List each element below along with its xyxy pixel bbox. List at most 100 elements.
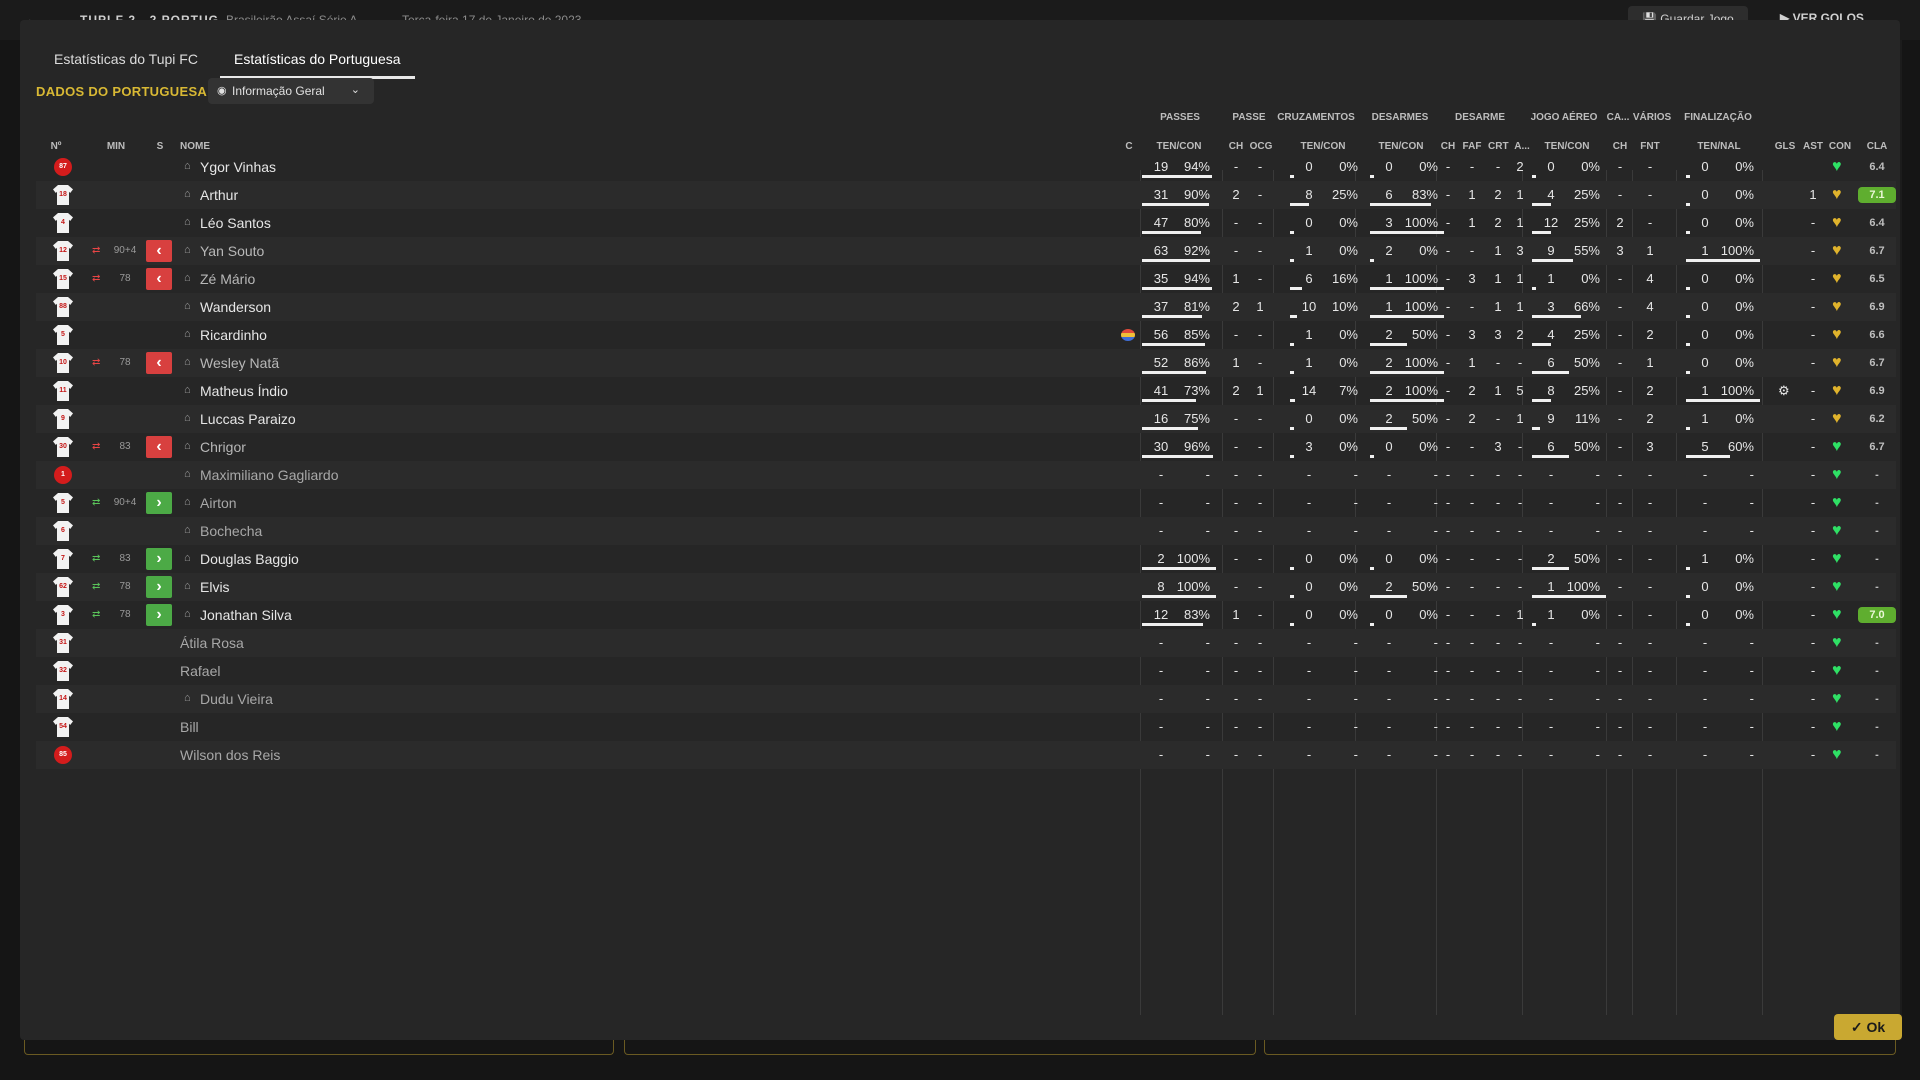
desarme-crt-value: -	[1495, 467, 1501, 482]
passe-ch-value: -	[1233, 579, 1239, 594]
assists-value: -	[1810, 523, 1816, 538]
table-row[interactable]: 9 ⌂ Luccas Paraizo 16 75% - -0 0% 2 50% -2-1 9 11% -2…	[36, 405, 1896, 433]
desarme-a-value: 2	[1516, 327, 1524, 342]
crosses-attempts: -	[1306, 747, 1312, 762]
crosses-percent: 0%	[1339, 159, 1358, 174]
subbed-off-button[interactable]: ‹	[146, 240, 172, 262]
table-row[interactable]: 6 ⌂ Bochecha - - - - - - - - - - - - - - - - - - - ♥ -	[36, 517, 1896, 545]
table-row[interactable]: 12 ⇄ 90+4 ‹ ⌂ Yan Souto 63 92% - -1 0% 2 0% - -1 3 9 55% 3…	[36, 237, 1896, 265]
passe-ch-value: -	[1233, 411, 1239, 426]
condition-heart-icon: ♥	[1832, 326, 1842, 343]
finishing-attempts: 0	[1701, 607, 1709, 622]
subbed-off-button[interactable]: ‹	[146, 352, 172, 374]
crosses-attempts: -	[1306, 691, 1312, 706]
desarme-ch-value: -	[1445, 355, 1451, 370]
table-row[interactable]: 5 ⇄ 90+4 › ⌂ Airton - - - - - - - - - - - - - - - - - - - ♥ -	[36, 489, 1896, 517]
tackles-success-bar	[1370, 371, 1444, 374]
assists-value	[1802, 153, 1824, 181]
desarme-ch-value: -	[1445, 663, 1451, 678]
finishing-percent: 0%	[1735, 607, 1754, 622]
column-header-cruz: TEN/CON	[1300, 141, 1346, 152]
condition-heart-icon: ♥	[1832, 186, 1842, 203]
table-row[interactable]: 62 ⇄ 78 › ⌂ Elvis 8 100% - -0 0% 2 50% - - - -1 100% - -0 0%…	[36, 573, 1896, 601]
aerial-percent: -	[1595, 523, 1600, 538]
subbed-on-button[interactable]: ›	[146, 576, 172, 598]
subbed-off-button[interactable]: ‹	[146, 436, 172, 458]
desarme-ch-value: -	[1445, 159, 1451, 174]
passe-ocg-value: -	[1257, 663, 1263, 678]
condition-heart-icon: ♥	[1832, 634, 1842, 651]
varios-fnt-value: -	[1647, 719, 1653, 734]
subbed-on-button[interactable]: ›	[146, 548, 172, 570]
table-row[interactable]: 3 ⇄ 78 › ⌂ Jonathan Silva 12 83% 1-0 0% 0 0% - - -1 1 0%…	[36, 601, 1896, 629]
desarme-crt-value: -	[1495, 523, 1501, 538]
passe-ch-value: 2	[1232, 187, 1240, 202]
view-dropdown[interactable]: ◉ Informação Geral ⌄	[208, 78, 374, 104]
table-row[interactable]: 54 Bill - - - - - - - - - - - - - - - - - - - ♥ -	[36, 713, 1896, 741]
section-title: DADOS DO PORTUGUESA	[36, 84, 208, 99]
player-name: Rafael	[180, 663, 221, 679]
table-row[interactable]: 85 Wilson dos Reis - - - - - - - - - - - - - - - - - - - ♥ -	[36, 741, 1896, 769]
ca-ch-value: -	[1617, 719, 1623, 734]
goals-value	[1774, 657, 1796, 685]
tackles-success-bar	[1370, 315, 1444, 318]
table-row[interactable]: 88 ⌂ Wanderson 37 81% 2 1 10 10% 1 100% - -1 1 3 66% -4 0…	[36, 293, 1896, 321]
group-header: JOGO AÉREO	[1530, 112, 1598, 123]
tab-tupi-stats[interactable]: Estatísticas do Tupi FC	[54, 42, 198, 76]
desarme-faf-value: -	[1469, 243, 1475, 258]
column-header-s: S	[156, 141, 164, 152]
passe-ch-value: -	[1233, 439, 1239, 454]
crosses-percent: 0%	[1339, 607, 1358, 622]
table-row[interactable]: 15 ⇄ 78 ‹ ⌂ Zé Mário 35 94% 1-6 16% 1 100% -3 1 1 1 0% -4…	[36, 265, 1896, 293]
passes-success-bar	[1142, 231, 1201, 234]
column-header-cla: CLA	[1866, 141, 1888, 152]
tackles-attempts: -	[1386, 635, 1392, 650]
varios-fnt-value: -	[1647, 495, 1653, 510]
assists-value: -	[1810, 635, 1816, 650]
player-shirt-icon: 4	[53, 213, 73, 233]
crosses-attempts: -	[1306, 663, 1312, 678]
table-row[interactable]: 30 ⇄ 83 ‹ ⌂ Chrigor 30 96% - -3 0% 0 0% - -3-6 50% -3 5 60…	[36, 433, 1896, 461]
subbed-on-button[interactable]: ›	[146, 604, 172, 626]
varios-fnt-value: -	[1647, 635, 1653, 650]
column-header-gls: GLS	[1774, 141, 1796, 152]
table-row[interactable]: 18 ⌂ Arthur 31 90% 2-8 25% 6 83% -1 2 1 4 25% - -0 0% 1 ♥ 7…	[36, 181, 1896, 209]
aerial-success-bar	[1532, 427, 1540, 430]
finishing-attempts: 0	[1701, 215, 1709, 230]
person-icon: ⌂	[184, 272, 191, 284]
table-row[interactable]: 4 ⌂ Léo Santos 47 80% - -0 0% 3 100% -1 2 1 12 25% 2-0 0…	[36, 209, 1896, 237]
tab-portuguesa-stats[interactable]: Estatísticas do Portuguesa	[220, 42, 415, 79]
desarme-faf-value: -	[1469, 495, 1475, 510]
aerial-success-bar	[1532, 595, 1606, 598]
desarme-crt-value: 3	[1494, 327, 1502, 342]
table-row[interactable]: 87 ⌂ Ygor Vinhas 19 94% - -0 0% 0 0% - - -2 0 0% - -0 0% ♥…	[36, 153, 1896, 181]
subbed-on-button[interactable]: ›	[146, 492, 172, 514]
condition-heart-icon: ♥	[1832, 690, 1842, 707]
subbed-off-button[interactable]: ‹	[146, 268, 172, 290]
table-row[interactable]: 32 Rafael - - - - - - - - - - - - - - - - - - - ♥ -	[36, 657, 1896, 685]
player-name: Wilson dos Reis	[180, 747, 281, 763]
crosses-attempts: -	[1306, 635, 1312, 650]
varios-fnt-value: 4	[1646, 299, 1654, 314]
table-row[interactable]: 31 Átila Rosa - - - - - - - - - - - - - - - - - - - ♥ -	[36, 629, 1896, 657]
player-rating: -	[1875, 553, 1879, 565]
table-row[interactable]: 5 ⌂ Ricardinho 56 85% - -1 0% 2 50% -3 3 2 4 25% -2 0 0% -…	[36, 321, 1896, 349]
group-header: CRUZAMENTOS	[1277, 112, 1355, 123]
table-row[interactable]: 14 ⌂ Dudu Vieira - - - - - - - - - - - - - - - - - - - ♥ -	[36, 685, 1896, 713]
table-row[interactable]: 10 ⇄ 78 ‹ ⌂ Wesley Natã 52 86% 1-1 0% 2 100% -1- -6 50…	[36, 349, 1896, 377]
table-row[interactable]: 11 ⌂ Matheus Índio 41 73% 2 1 14 7% 2 100% -2 1 5 8 25%…	[36, 377, 1896, 405]
crosses-percent: 0%	[1339, 327, 1358, 342]
table-row[interactable]: 7 ⇄ 83 › ⌂ Douglas Baggio 2 100% - -0 0% 0 0% - - - -2 50…	[36, 545, 1896, 573]
substitution-in-icon: ⇄	[92, 581, 101, 592]
crosses-attempts: 10	[1301, 299, 1317, 314]
aerial-success-bar	[1532, 455, 1569, 458]
finishing-percent: -	[1749, 495, 1754, 510]
ok-button[interactable]: ✓ Ok	[1834, 1014, 1902, 1040]
desarme-a-value: 3	[1516, 243, 1524, 258]
passes-success-bar	[1142, 175, 1212, 178]
tackles-attempts: 0	[1385, 607, 1393, 622]
passe-ch-value: -	[1233, 467, 1239, 482]
goals-value	[1774, 713, 1796, 741]
person-icon: ⌂	[184, 580, 191, 592]
table-row[interactable]: 1 ⌂ Maximiliano Gagliardo - - - - - - - - - - - - - - - - -…	[36, 461, 1896, 489]
